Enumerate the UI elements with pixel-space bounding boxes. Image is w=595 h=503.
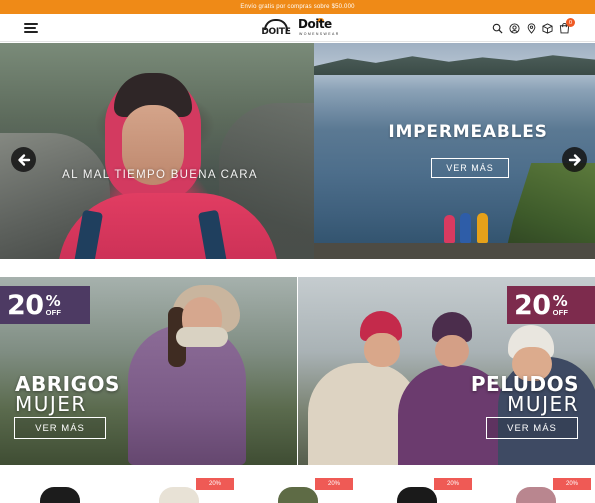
promo-ver-mas-button[interactable]: VER MÁS <box>14 417 106 439</box>
product-card[interactable]: 20% <box>357 470 476 503</box>
product-image <box>396 487 437 503</box>
product-image <box>158 487 199 503</box>
product-discount-badge: 20% <box>196 478 234 490</box>
hero-tagline: AL MAL TIEMPO BUENA CARA <box>62 169 258 181</box>
product-discount-badge: 20% <box>315 478 353 490</box>
product-card[interactable] <box>0 470 119 503</box>
shipping-promo-text: Envío gratis por compras sobre $50.000 <box>240 4 355 10</box>
cart-count-badge: 0 <box>566 18 575 27</box>
promo-peludos-mujer[interactable]: 20 % OFF PELUDOS MUJER VER MÁS <box>298 277 595 465</box>
hero-ver-mas-button[interactable]: VER MÁS <box>431 158 509 178</box>
hero-headline: IMPERMEABLES <box>388 122 548 142</box>
promo-title: ABRIGOS <box>15 372 120 396</box>
arrow-right-icon <box>568 153 581 166</box>
doite-logo-text: DOITE <box>261 27 291 37</box>
product-card[interactable]: 20% <box>238 470 357 503</box>
promo-abrigos-mujer[interactable]: 20 % OFF ABRIGOS MUJER VER MÁS <box>0 277 297 465</box>
user-icon[interactable] <box>509 23 520 34</box>
product-discount-badge: 20% <box>553 478 591 490</box>
product-carousel: 20% 20% 20% 20% <box>0 470 595 503</box>
site-header: DOITE Doite WOMENSWEAR 0 <box>0 14 595 42</box>
carousel-next-button[interactable] <box>562 147 587 172</box>
promo-banners: 20 % OFF ABRIGOS MUJER VER MÁS 20 % OFF … <box>0 277 595 465</box>
doite-woman-logo[interactable]: Doite WOMENSWEAR <box>298 17 338 39</box>
product-image <box>39 487 80 503</box>
promo-ver-mas-button[interactable]: VER MÁS <box>486 417 578 439</box>
promo-subtitle: MUJER <box>15 392 87 416</box>
discount-badge: 20 % OFF <box>507 286 595 324</box>
product-image <box>277 487 318 503</box>
menu-icon[interactable] <box>24 22 40 34</box>
product-card[interactable]: 20% <box>119 470 238 503</box>
discount-badge: 20 % OFF <box>0 286 90 324</box>
arrow-left-icon <box>17 153 30 166</box>
promo-subtitle: MUJER <box>507 392 579 416</box>
box-icon[interactable] <box>542 23 553 34</box>
doite-logo[interactable]: DOITE <box>261 18 291 38</box>
doite-woman-logo-sub: WOMENSWEAR <box>299 32 340 36</box>
shipping-promo-bar: Envío gratis por compras sobre $50.000 <box>0 0 595 14</box>
promo-title: PELUDOS <box>470 372 579 396</box>
carousel-prev-button[interactable] <box>11 147 36 172</box>
location-icon[interactable] <box>526 23 537 34</box>
hero-slide-image-right: IMPERMEABLES VER MÁS <box>314 43 595 259</box>
hero-slide-image-left: AL MAL TIEMPO BUENA CARA <box>0 43 314 259</box>
search-icon[interactable] <box>492 23 503 34</box>
product-discount-badge: 20% <box>434 478 472 490</box>
doite-woman-logo-text: Doite <box>298 17 332 31</box>
hero-carousel: AL MAL TIEMPO BUENA CARA IMPERMEABLES VE… <box>0 43 595 259</box>
product-card[interactable]: 20% <box>476 470 595 503</box>
product-image <box>515 487 556 503</box>
